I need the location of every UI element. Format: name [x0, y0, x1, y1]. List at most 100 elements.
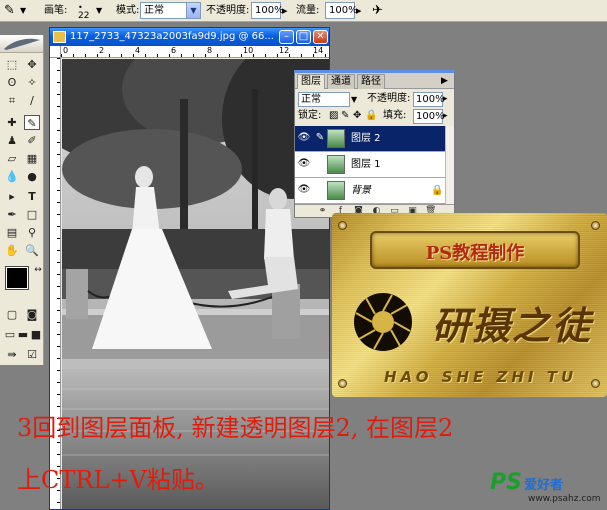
ruler-label: 14 [313, 46, 324, 55]
brush-size[interactable]: 22 [78, 8, 89, 24]
magic-wand-tool-icon[interactable]: ✧ [24, 75, 40, 90]
opacity-slider-icon[interactable]: ▸ [282, 3, 288, 19]
standard-mode-icon[interactable]: ▢ [4, 307, 20, 322]
swap-colors-icon[interactable]: ↔ [30, 263, 46, 278]
visibility-eye-icon[interactable]: 👁 [297, 158, 311, 170]
site-watermark: PS 爱好者 www.psahz.com [490, 470, 607, 510]
ruler-label: 12 [279, 46, 290, 55]
ruler-label: 8 [207, 46, 213, 55]
marquee-tool-icon[interactable]: ⬚ [4, 57, 20, 72]
layer-opacity-label: 不透明度: [367, 93, 411, 104]
layer-options: 正常 ▼ 不透明度: 100% ▸ 锁定: ▨ ✎ ✥ 🔒 填充: 100% ▸ [295, 90, 454, 126]
layer-lock-icon: 🔒 [431, 185, 444, 196]
brush-dropdown-icon[interactable]: ▼ [96, 3, 102, 19]
visibility-eye-icon[interactable]: 👁 [297, 132, 311, 144]
gold-plate-logo: PS教程制作 研摄之徒 HAO SHE ZHI TU [332, 213, 607, 397]
layers-panel: 图层 通道 路径 ▶ 正常 ▼ 不透明度: 100% ▸ 锁定: ▨ ✎ ✥ 🔒… [294, 70, 455, 218]
hand-tool-icon[interactable]: ✋ [4, 243, 20, 258]
feather-logo-icon [4, 38, 40, 50]
aperture-icon [354, 293, 412, 351]
screw-icon [338, 379, 347, 388]
type-tool-icon[interactable]: T [24, 189, 40, 204]
maximize-button[interactable]: □ [296, 30, 311, 44]
layer-row-2[interactable]: 👁 ✎ 图层 2 [295, 126, 445, 152]
ruler-label: 0 [63, 46, 69, 55]
tab-channels[interactable]: 通道 [327, 74, 355, 89]
ruler-corner [50, 46, 61, 58]
airbrush-icon[interactable]: ✈ [372, 3, 383, 19]
layer-opacity-input[interactable]: 100% [413, 92, 445, 107]
screen-mode-full-icon[interactable]: ■ [28, 327, 44, 342]
toolbox-header [0, 35, 43, 53]
watermark-name: 爱好者 [524, 478, 564, 493]
layer-row-1[interactable]: 👁 图层 1 [295, 152, 445, 178]
flow-label: 流量: [296, 5, 320, 16]
layer-name: 图层 2 [351, 133, 381, 144]
caption-line-1: 3回到图层面板, 新建透明图层2, 在图层2 [17, 414, 454, 442]
blend-mode-dropdown-icon[interactable]: ▼ [351, 93, 357, 107]
close-button[interactable]: ✕ [313, 30, 328, 44]
lock-all-icon[interactable]: 🔒 [365, 109, 377, 123]
watermark-url: www.psahz.com [528, 494, 601, 504]
caption-line-2: 上CTRL+V粘贴。 [17, 466, 219, 494]
tab-layers[interactable]: 图层 [297, 74, 325, 89]
shape-tool-icon[interactable]: □ [24, 207, 40, 222]
pen-tool-icon[interactable]: ✒ [4, 207, 20, 222]
layer-row-background[interactable]: 👁 背景 🔒 [295, 178, 445, 204]
eraser-tool-icon[interactable]: ▱ [4, 151, 20, 166]
plate-banner: PS教程制作 [370, 231, 580, 269]
horizontal-ruler[interactable]: 0 2 4 6 8 10 12 14 [61, 46, 329, 58]
visibility-eye-icon[interactable]: 👁 [297, 184, 311, 196]
brush-link-icon[interactable]: ✎ [313, 132, 327, 144]
eyedropper-tool-icon[interactable]: ⚲ [24, 225, 40, 240]
brush-tool-icon[interactable]: ✎ [24, 115, 40, 130]
brush-label: 画笔: [44, 5, 68, 16]
healing-brush-tool-icon[interactable]: ✚ [4, 115, 20, 130]
quick-mask-icon[interactable]: ◙ [24, 307, 40, 322]
fill-input[interactable]: 100% [413, 109, 445, 124]
ruler-label: 2 [99, 46, 105, 55]
minimize-button[interactable]: – [279, 30, 294, 44]
dodge-tool-icon[interactable]: ● [24, 169, 40, 184]
flow-input[interactable]: 100% [325, 2, 358, 19]
screw-icon [338, 221, 347, 230]
ruler-label: 10 [243, 46, 254, 55]
opacity-label: 不透明度: [206, 5, 250, 16]
slice-tool-icon[interactable]: ∕ [24, 93, 40, 108]
move-tool-icon[interactable]: ✥ [24, 57, 40, 72]
blend-mode-select[interactable]: 正常 [298, 92, 350, 107]
opacity-input[interactable]: 100% [251, 2, 284, 19]
chevron-down-icon[interactable]: ▼ [20, 3, 26, 19]
layer-thumbnail [327, 181, 345, 200]
mode-dropdown-icon[interactable]: ▼ [186, 2, 201, 19]
link-layers-icon[interactable]: ⚭ [317, 206, 328, 217]
tab-paths[interactable]: 路径 [357, 74, 385, 89]
notes-tool-icon[interactable]: ▤ [4, 225, 20, 240]
mode-label: 模式: [116, 5, 140, 16]
layers-panel-tabs: 图层 通道 路径 ▶ [295, 73, 454, 89]
layers-scrollbar[interactable] [445, 126, 454, 204]
flow-slider-icon[interactable]: ▸ [356, 3, 362, 19]
brush-tool-icon[interactable]: ✎ [4, 3, 15, 19]
gradient-tool-icon[interactable]: ▦ [24, 151, 40, 166]
options-bar: ✎ ▼ 画笔: • 22 ▼ 模式: 正常 ▼ 不透明度: 100% ▸ 流量:… [0, 0, 607, 22]
checkbox-icon[interactable]: ☑ [24, 347, 40, 362]
path-selection-tool-icon[interactable]: ▸ [4, 189, 20, 204]
blur-tool-icon[interactable]: 💧 [4, 169, 20, 184]
lasso-tool-icon[interactable]: ʘ [4, 75, 20, 90]
lock-image-icon[interactable]: ✎ [341, 109, 349, 123]
clone-stamp-tool-icon[interactable]: ♟ [4, 133, 20, 148]
mode-select[interactable]: 正常 [140, 2, 188, 19]
foreground-color-swatch[interactable] [5, 266, 29, 290]
zoom-tool-icon[interactable]: 🔍 [24, 243, 40, 258]
layer-opacity-slider-icon[interactable]: ▸ [443, 92, 448, 106]
lock-position-icon[interactable]: ✥ [353, 109, 361, 123]
fill-slider-icon[interactable]: ▸ [443, 109, 448, 123]
panel-menu-icon[interactable]: ▶ [441, 74, 448, 88]
crop-tool-icon[interactable]: ⌗ [4, 93, 20, 108]
history-brush-tool-icon[interactable]: ✐ [24, 133, 40, 148]
lock-transparency-icon[interactable]: ▨ [329, 109, 338, 123]
jump-to-imageready-icon[interactable]: ⇛ [4, 347, 20, 362]
plate-subtitle: HAO SHE ZHI TU [384, 368, 578, 386]
layer-name: 图层 1 [351, 159, 381, 170]
